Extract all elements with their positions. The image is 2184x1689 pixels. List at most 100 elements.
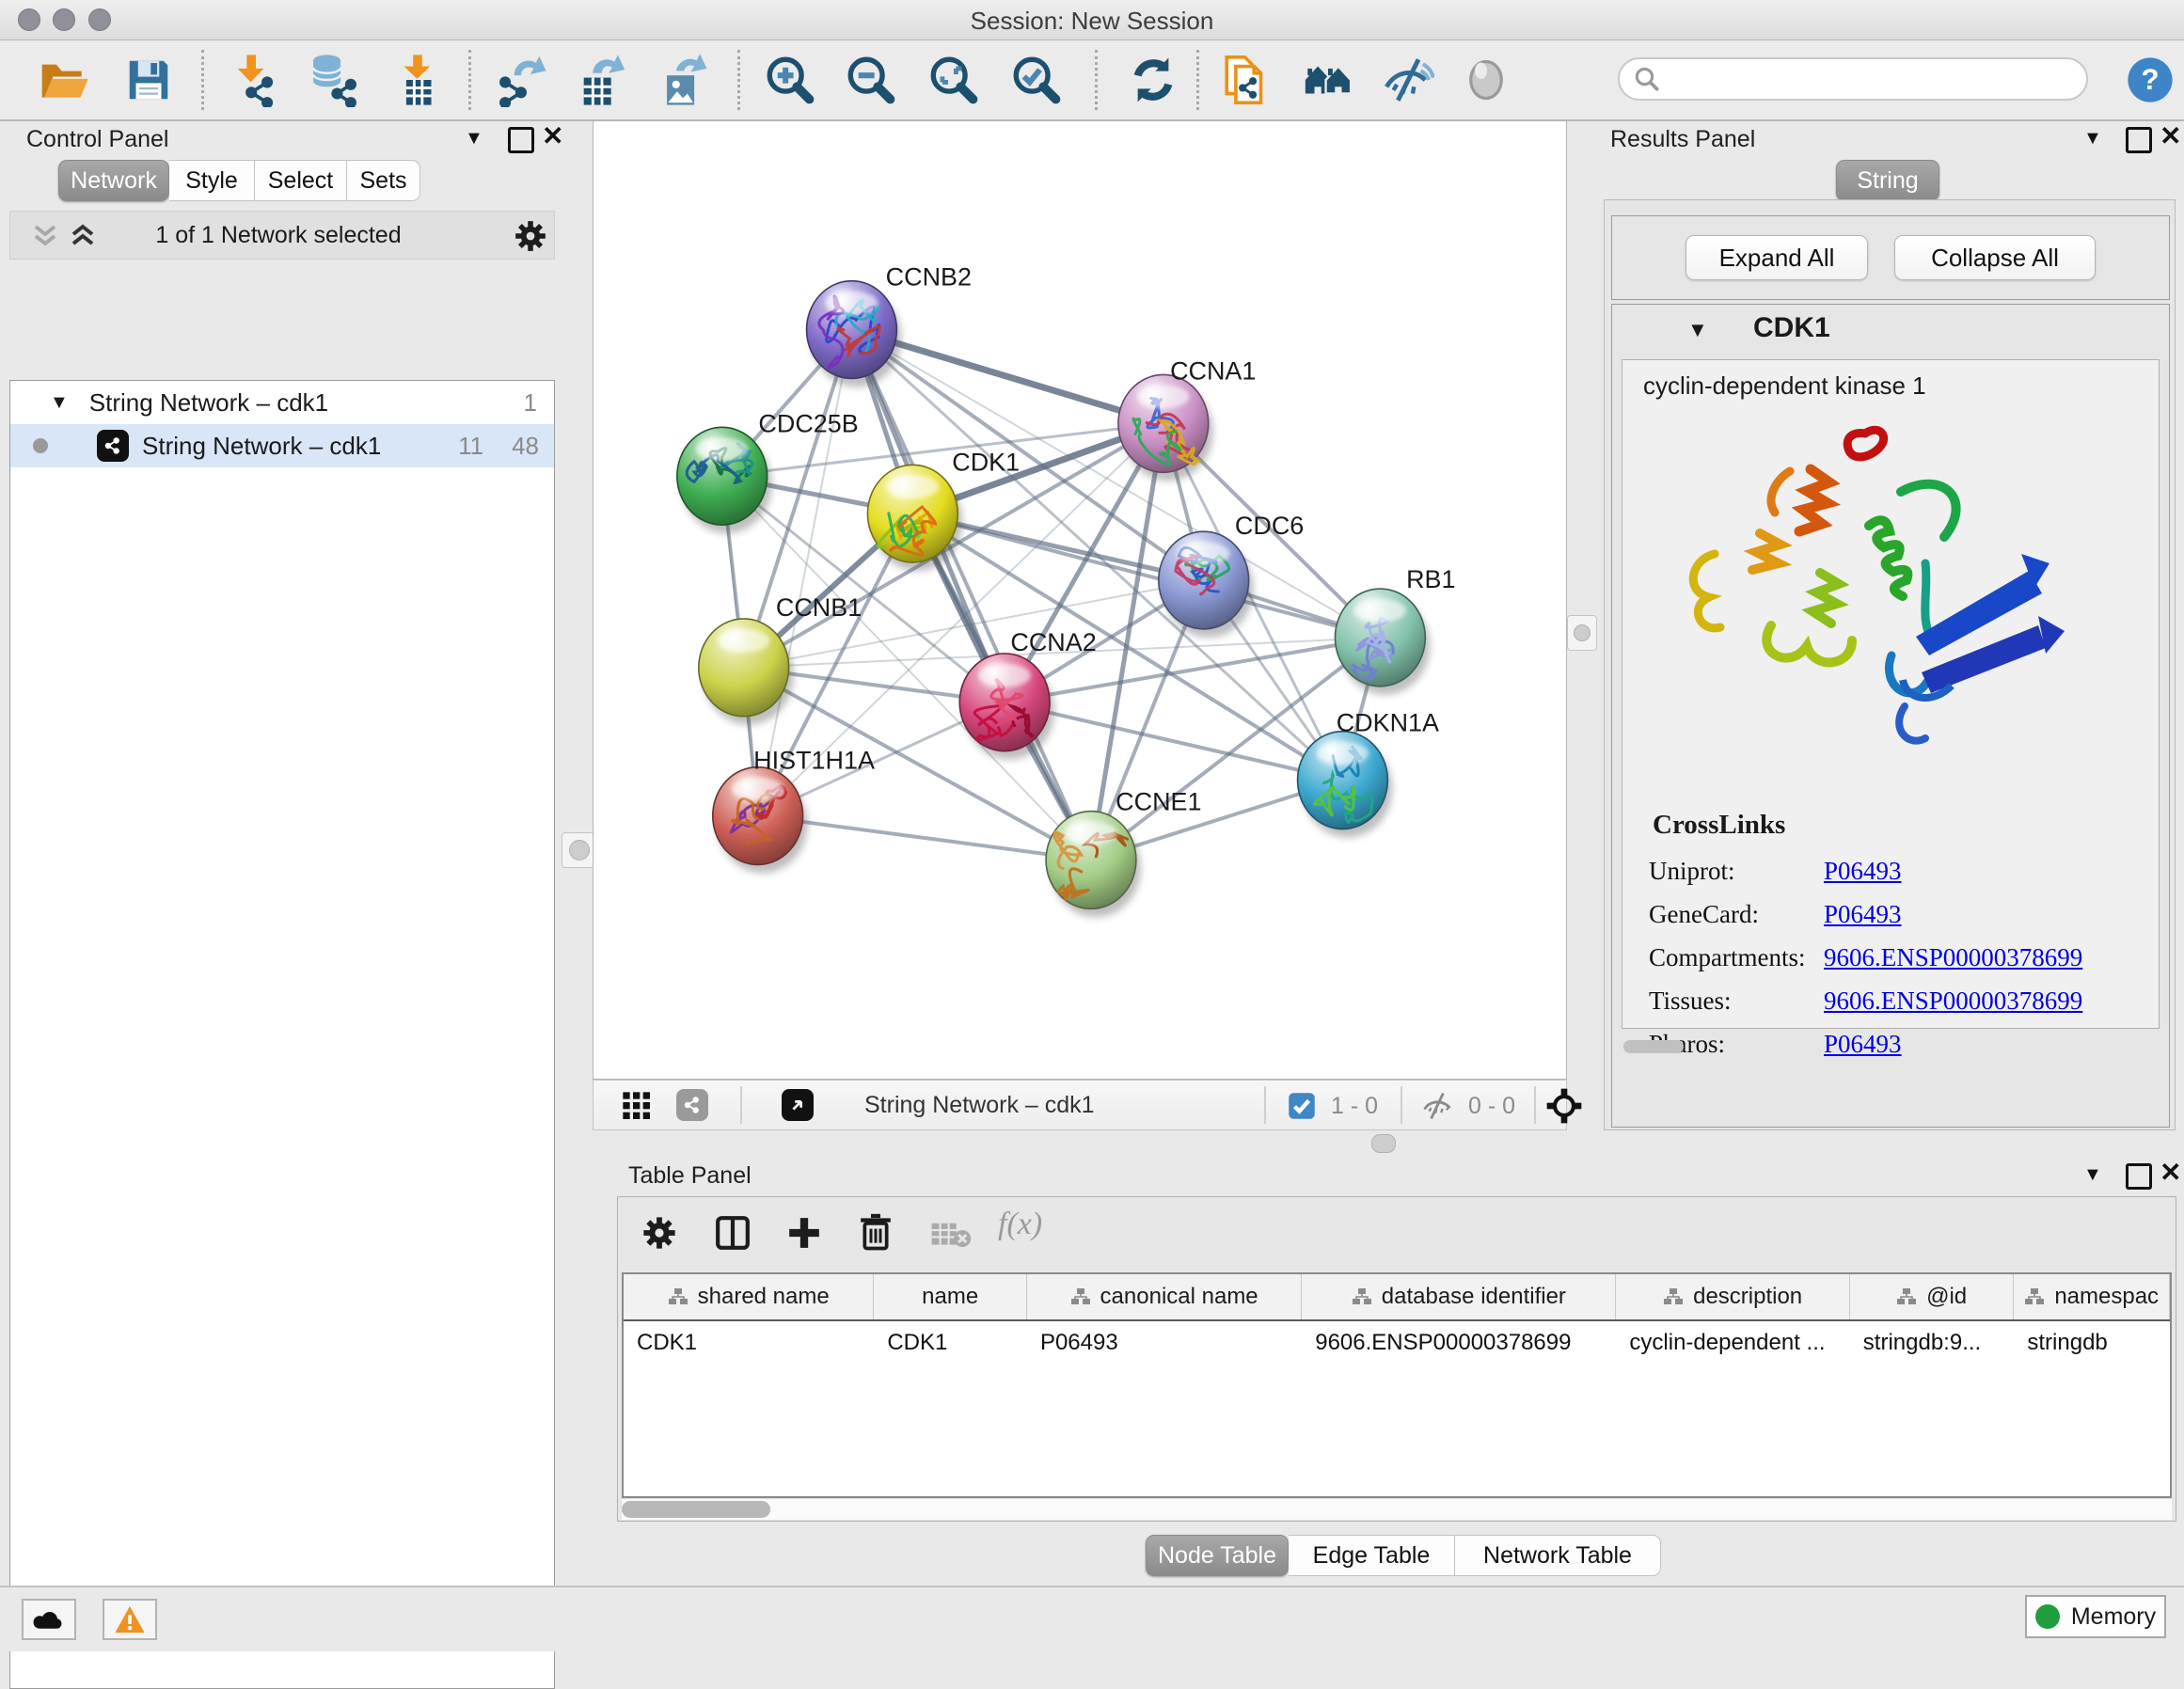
control-panel-float-icon[interactable] xyxy=(508,127,534,153)
birdseye-grid-icon[interactable] xyxy=(622,1091,652,1121)
string-view-icon[interactable] xyxy=(676,1089,708,1121)
cloud-status-button[interactable] xyxy=(22,1599,76,1640)
table-panel-float-icon[interactable] xyxy=(2126,1163,2152,1190)
network-node-cdc25b[interactable]: CDC25B xyxy=(677,409,859,533)
table-gear-icon[interactable] xyxy=(641,1214,678,1252)
network-node-ccne1[interactable]: CCNE1 xyxy=(1046,788,1201,918)
collection-expand-icon[interactable]: ▼ xyxy=(50,392,69,414)
visual-inspector-button[interactable] xyxy=(1458,52,1514,108)
crosslink-pharos[interactable]: P06493 xyxy=(1824,1030,1902,1059)
tab-network-table[interactable]: Network Table xyxy=(1455,1535,1661,1576)
toolbar-search-field[interactable] xyxy=(1618,57,2088,101)
apply-layout-button[interactable] xyxy=(1125,52,1181,108)
control-panel-close-icon[interactable]: ✕ xyxy=(542,126,563,147)
table-hscrollbar[interactable] xyxy=(622,1498,2172,1520)
crosslink-genecard[interactable]: P06493 xyxy=(1824,900,1902,929)
table-cell[interactable]: P06493 xyxy=(1027,1321,1302,1365)
export-table-button[interactable] xyxy=(574,52,630,108)
zoom-out-button[interactable] xyxy=(843,52,899,108)
table-cell[interactable]: CDK1 xyxy=(874,1321,1027,1365)
network-row-selected[interactable]: String Network – cdk1 11 48 xyxy=(10,424,554,467)
open-session-button[interactable] xyxy=(36,52,92,108)
expand-all-button[interactable]: Expand All xyxy=(1685,235,1868,280)
table-hscrollbar-thumb[interactable] xyxy=(622,1501,770,1518)
show-columns-icon[interactable] xyxy=(714,1214,752,1252)
stringify-button[interactable] xyxy=(1300,52,1356,108)
hidden-eye-slash-icon[interactable] xyxy=(1421,1092,1453,1120)
collapse-all-button[interactable]: Collapse All xyxy=(1894,235,2096,280)
tab-style[interactable]: Style xyxy=(169,160,255,201)
network-edge[interactable] xyxy=(851,330,1091,860)
open-in-window-icon[interactable] xyxy=(782,1089,814,1121)
column-header-namespac[interactable]: namespac xyxy=(2014,1274,2170,1319)
results-panel-close-icon[interactable]: ✕ xyxy=(2160,126,2181,147)
tab-sets[interactable]: Sets xyxy=(347,160,420,201)
export-image-button[interactable] xyxy=(655,52,711,108)
zoom-in-button[interactable] xyxy=(762,52,818,108)
network-edge[interactable] xyxy=(1005,702,1342,781)
warnings-button[interactable] xyxy=(103,1599,157,1640)
import-network-button[interactable] xyxy=(228,52,284,108)
results-scrollbar-thumb[interactable] xyxy=(1623,1040,1684,1053)
delete-table-icon[interactable] xyxy=(930,1220,972,1250)
table-cell[interactable]: 9606.ENSP00000378699 xyxy=(1302,1321,1616,1365)
tab-node-table[interactable]: Node Table xyxy=(1146,1535,1289,1576)
table-cell[interactable]: CDK1 xyxy=(624,1321,874,1365)
network-edge[interactable] xyxy=(758,330,852,816)
help-button[interactable]: ? xyxy=(2122,52,2178,108)
hide-unhide-button[interactable] xyxy=(1379,52,1435,108)
table-row[interactable]: CDK1CDK1P064939606.ENSP00000378699cyclin… xyxy=(624,1321,2170,1365)
column-header-database-identifier[interactable]: database identifier xyxy=(1302,1274,1616,1319)
network-node-cdkn1a[interactable]: CDKN1A xyxy=(1298,709,1439,838)
table-cell[interactable]: stringdb xyxy=(2014,1321,2170,1365)
control-panel-menu-icon[interactable]: ▼ xyxy=(465,128,483,150)
fit-selected-crosshair-icon[interactable] xyxy=(1545,1087,1583,1125)
table-cell[interactable]: stringdb:9... xyxy=(1850,1321,2015,1365)
tab-network[interactable]: Network xyxy=(58,160,169,201)
tab-edge-table[interactable]: Edge Table xyxy=(1289,1535,1455,1576)
network-node-cdc6[interactable]: CDC6 xyxy=(1159,512,1304,638)
entry-collapse-icon[interactable]: ▼ xyxy=(1687,318,1708,342)
network-from-document-button[interactable] xyxy=(1219,52,1275,108)
table-cell[interactable]: cyclin-dependent ... xyxy=(1616,1321,1849,1365)
network-node-ccna1[interactable]: CCNA1 xyxy=(1118,356,1256,481)
delete-column-icon[interactable] xyxy=(857,1212,894,1252)
network-node-hist1h1a[interactable]: HIST1H1A xyxy=(713,747,875,874)
zoom-fit-button[interactable] xyxy=(926,52,982,108)
tab-string[interactable]: String xyxy=(1836,160,1939,201)
save-session-button[interactable] xyxy=(120,52,177,108)
column-header-shared-name[interactable]: shared name xyxy=(624,1274,874,1319)
import-table-button[interactable] xyxy=(389,52,446,108)
collapse-all-icon[interactable] xyxy=(31,223,59,249)
network-collection-row[interactable]: ▼ String Network – cdk1 1 xyxy=(10,381,554,424)
right-splitter-handle[interactable] xyxy=(1567,615,1597,651)
column-header--id[interactable]: @id xyxy=(1850,1274,2015,1319)
expand-all-icon[interactable] xyxy=(69,223,97,249)
network-edge[interactable] xyxy=(758,816,1091,860)
search-input[interactable] xyxy=(1661,65,2069,94)
function-builder-icon[interactable]: f(x) xyxy=(998,1207,1042,1242)
network-node-cdk1[interactable]: CDK1 xyxy=(867,448,1020,571)
horizontal-splitter-handle[interactable] xyxy=(1371,1134,1396,1153)
column-header-canonical-name[interactable]: canonical name xyxy=(1027,1274,1302,1319)
memory-button[interactable]: Memory xyxy=(2025,1595,2166,1638)
crosslink-tissues[interactable]: 9606.ENSP00000378699 xyxy=(1824,987,2082,1016)
results-panel-float-icon[interactable] xyxy=(2126,127,2152,153)
selected-checkbox-icon[interactable] xyxy=(1288,1092,1316,1120)
import-network-from-database-button[interactable] xyxy=(307,52,363,108)
export-network-button[interactable] xyxy=(493,52,549,108)
table-panel-menu-icon[interactable]: ▼ xyxy=(2083,1164,2102,1186)
table-panel-close-icon[interactable]: ✕ xyxy=(2160,1162,2181,1183)
crosslink-uniprot[interactable]: P06493 xyxy=(1824,857,1902,886)
crosslink-compartments[interactable]: 9606.ENSP00000378699 xyxy=(1824,943,2082,972)
tab-select[interactable]: Select xyxy=(255,160,347,201)
add-column-icon[interactable] xyxy=(785,1214,823,1252)
network-node-rb1[interactable]: RB1 xyxy=(1335,565,1455,695)
network-node-ccnb2[interactable]: CCNB2 xyxy=(807,263,972,387)
zoom-selected-button[interactable] xyxy=(1008,52,1065,108)
gear-icon[interactable] xyxy=(513,218,548,254)
network-canvas[interactable]: CCNB2CCNA1CDC25BCDK1CDC6RB1CCNB1CCNA2CDK… xyxy=(593,120,1567,1080)
column-header-description[interactable]: description xyxy=(1616,1274,1849,1319)
network-graph[interactable]: CCNB2CCNA1CDC25BCDK1CDC6RB1CCNB1CCNA2CDK… xyxy=(593,121,1566,1079)
column-header-name[interactable]: name xyxy=(874,1274,1027,1319)
